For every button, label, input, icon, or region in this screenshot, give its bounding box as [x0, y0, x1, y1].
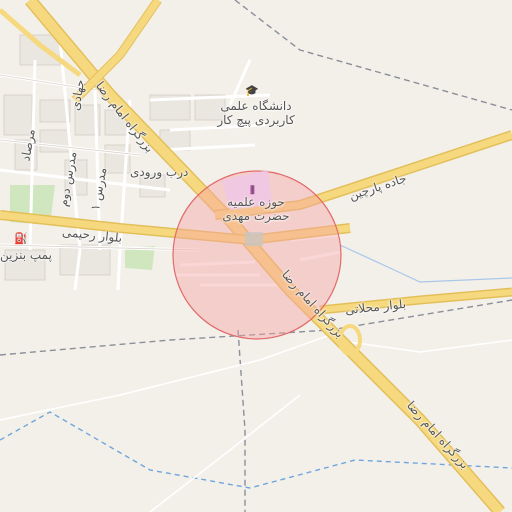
label-seminary[interactable]: حوزه علمیه حضرت مهدی — [218, 195, 294, 223]
fuel-pump-icon[interactable]: ⛽ — [14, 233, 28, 244]
graduation-cap-icon[interactable]: 🎓 — [245, 85, 259, 96]
map-view[interactable]: دانشگاه علمی کاربردی پیچ کار 🎓 حوزه علمی… — [0, 0, 512, 512]
building-icon[interactable]: ⦀ — [250, 185, 255, 196]
label-dorb-vorodi[interactable]: درب ورودی — [130, 165, 188, 179]
interchange-gray — [245, 232, 263, 246]
label-university[interactable]: دانشگاه علمی کاربردی پیچ کار — [216, 99, 296, 127]
stream — [339, 244, 512, 283]
highway-ne — [72, 0, 161, 103]
label-gas-station[interactable]: پمپ بنزین — [0, 248, 52, 262]
